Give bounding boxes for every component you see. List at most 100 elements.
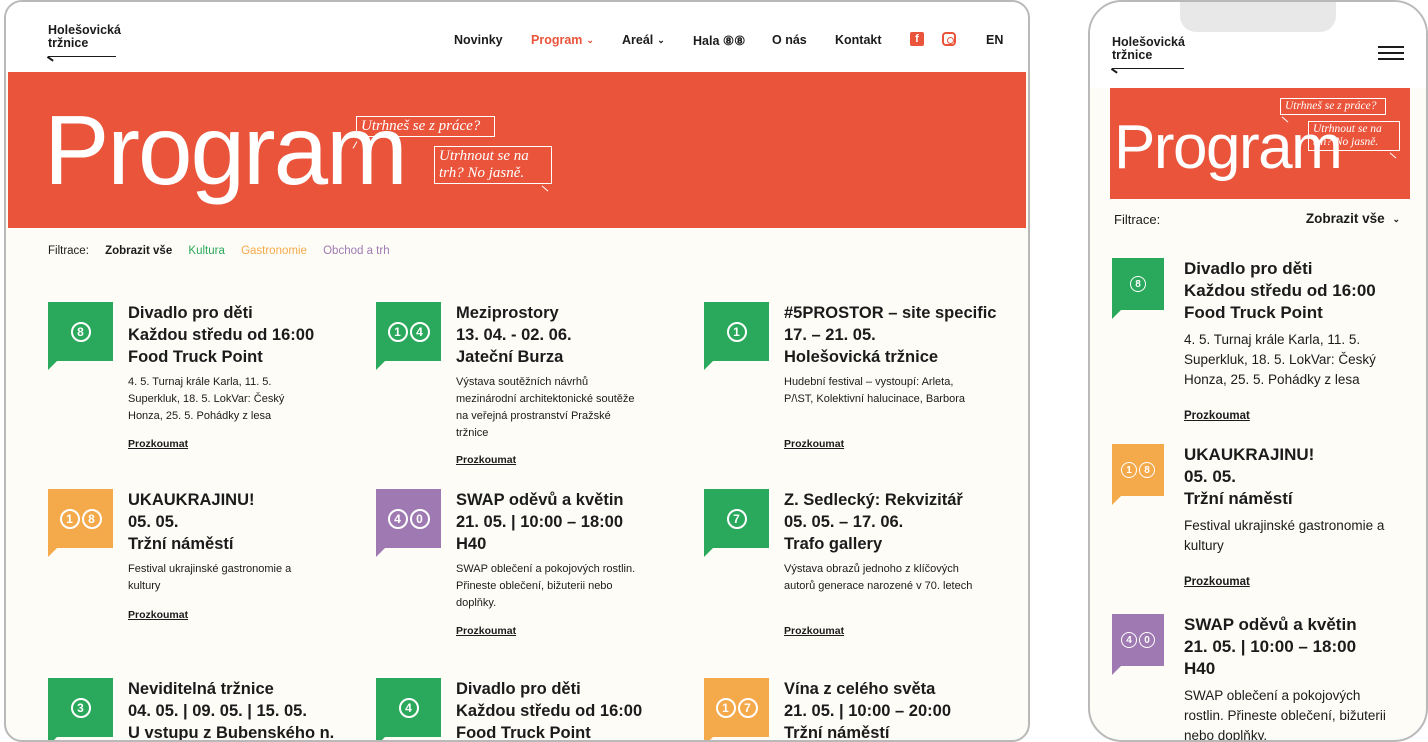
explore-link[interactable]: Prozkoumat <box>784 625 844 637</box>
event-title[interactable]: SWAP oděvů a květin 21. 05. | 10:00 – 18… <box>456 489 624 555</box>
badge-digit: 4 <box>409 321 430 342</box>
event-number-badge: 3 <box>48 678 113 740</box>
event-title[interactable]: Meziprostory 13. 04. - 02. 06. Jateční B… <box>456 302 572 368</box>
filter-label: Filtrace: <box>48 245 89 257</box>
site-header: Holešovická tržnice Novinky Program ⌄ Are… <box>6 2 1028 72</box>
event-number-badge: 7 <box>704 489 769 557</box>
explore-link[interactable]: Prozkoumat <box>128 438 188 450</box>
event-number-badge: 18 <box>48 489 113 557</box>
logo-underline <box>1112 67 1184 69</box>
event-title[interactable]: Neviditelná tržnice 04. 05. | 09. 05. | … <box>128 678 334 740</box>
badge-digit: 1 <box>59 508 80 529</box>
explore-link[interactable]: Prozkoumat <box>456 625 516 637</box>
event-number-badge: 4 <box>376 678 441 740</box>
explore-link[interactable]: Prozkoumat <box>1184 410 1250 422</box>
nav-areal[interactable]: Areál ⌄ <box>622 33 665 47</box>
badge-digit: 7 <box>726 508 747 529</box>
mobile-frame: Holešovická tržnice Program Utrhneš se z… <box>1088 0 1428 742</box>
event-title[interactable]: Vína z celého světa 21. 05. | 10:00 – 20… <box>784 678 951 740</box>
instagram-icon[interactable] <box>942 32 956 46</box>
nav-program-label: Program <box>531 33 583 47</box>
event-title[interactable]: SWAP oděvů a květin 21. 05. | 10:00 – 18… <box>1184 614 1357 680</box>
nav-hala[interactable]: Hala ⑧⑧ <box>693 33 745 48</box>
event-number-badge: 17 <box>704 678 769 740</box>
badge-digit: 4 <box>387 508 408 529</box>
badge-digit: 0 <box>409 508 430 529</box>
speech-bubble-2: Utrhnout se na trh? No jasně. <box>1308 121 1400 151</box>
badge-digit: 1 <box>387 321 408 342</box>
nav-areal-label: Areál <box>622 33 654 47</box>
page-title: Program <box>44 95 408 205</box>
event-number-badge: 8 <box>48 302 113 370</box>
phone-notch <box>1180 2 1336 32</box>
event-number-badge: 18 <box>1112 444 1164 505</box>
explore-link[interactable]: Prozkoumat <box>784 438 844 450</box>
event-title[interactable]: Z. Sedlecký: Rekvizitář 05. 05. – 17. 06… <box>784 489 963 555</box>
language-switch[interactable]: EN <box>986 33 1003 47</box>
filter-dropdown-value: Zobrazit vše <box>1305 211 1385 226</box>
chevron-down-icon: ⌄ <box>586 35 594 45</box>
nav-o-nas[interactable]: O nás <box>772 33 807 47</box>
nav-novinky[interactable]: Novinky <box>454 33 503 47</box>
speech-bubble-2: Utrhnout se na trh? No jasně. <box>434 146 552 184</box>
chevron-down-icon: ⌄ <box>1392 214 1400 224</box>
filter-obchod[interactable]: Obchod a trh <box>323 245 389 257</box>
filter-gastronomie[interactable]: Gastronomie <box>241 245 307 257</box>
filter-kultura[interactable]: Kultura <box>188 245 224 257</box>
event-description: SWAP oblečení a pokojových rostlin. Přin… <box>1184 688 1386 742</box>
speech-bubble-1: Utrhneš se z práce? <box>356 116 495 137</box>
badge-digit: 3 <box>70 697 91 718</box>
speech-bubble-1: Utrhneš se z práce? <box>1280 98 1386 115</box>
event-description: Výstava obrazů jednoho z klíčových autor… <box>784 563 973 592</box>
badge-digit: 7 <box>737 697 758 718</box>
event-title[interactable]: UKAUKRAJINU! 05. 05. Tržní náměstí <box>128 489 255 555</box>
badge-digit: 1 <box>1121 462 1137 478</box>
badge-digit: 8 <box>81 508 102 529</box>
site-logo[interactable]: Holešovická tržnice <box>48 24 121 57</box>
hero-banner: Program Utrhneš se z práce? Utrhnout se … <box>8 72 1026 228</box>
badge-digit: 8 <box>70 321 91 342</box>
badge-digit: 4 <box>1121 632 1137 648</box>
desktop-frame: Holešovická tržnice Novinky Program ⌄ Are… <box>4 0 1030 742</box>
facebook-icon[interactable]: f <box>910 32 924 46</box>
badge-digit: 1 <box>715 697 736 718</box>
event-description: Výstava soutěžních návrhů mezinárodní ar… <box>456 376 635 439</box>
filter-all[interactable]: Zobrazit vše <box>105 245 172 257</box>
event-title[interactable]: Divadlo pro děti Každou středu od 16:00 … <box>1184 258 1376 324</box>
event-title[interactable]: UKAUKRAJINU! 05. 05. Tržní náměstí <box>1184 444 1314 510</box>
filter-label: Filtrace: <box>1114 212 1161 227</box>
explore-link[interactable]: Prozkoumat <box>128 609 188 621</box>
event-description: Festival ukrajinské gastronomie a kultur… <box>1184 518 1385 553</box>
badge-digit: 8 <box>1139 462 1155 478</box>
hero-banner: Program Utrhneš se z práce? Utrhnout se … <box>1110 88 1410 199</box>
badge-digit: 0 <box>1139 632 1155 648</box>
event-description: 4. 5. Turnaj krále Karla, 11. 5. Superkl… <box>128 376 285 422</box>
hamburger-menu-icon[interactable] <box>1378 46 1404 60</box>
logo-line-2: tržnice <box>1112 48 1153 62</box>
event-number-badge: 1 <box>704 302 769 370</box>
event-description: SWAP oblečení a pokojových rostlin. Přin… <box>456 563 636 609</box>
badge-digit: 1 <box>726 321 747 342</box>
explore-link[interactable]: Prozkoumat <box>456 454 516 466</box>
nav-kontakt[interactable]: Kontakt <box>835 33 882 47</box>
logo-underline <box>48 55 116 57</box>
event-number-badge: 14 <box>376 302 441 370</box>
event-number-badge: 40 <box>1112 614 1164 675</box>
event-description: 4. 5. Turnaj krále Karla, 11. 5. Superkl… <box>1184 332 1376 387</box>
event-description: Hudební festival – vystoupí: Arleta, P/\… <box>784 376 965 405</box>
event-title[interactable]: Divadlo pro děti Každou středu od 16:00 … <box>456 678 642 740</box>
filter-dropdown[interactable]: Zobrazit vše ⌄ <box>1306 211 1400 226</box>
site-logo[interactable]: Holešovická tržnice <box>1112 36 1185 69</box>
nav-program[interactable]: Program ⌄ <box>531 33 594 47</box>
event-title[interactable]: #5PROSTOR – site specific 17. – 21. 05. … <box>784 302 996 368</box>
event-description: Festival ukrajinské gastronomie a kultur… <box>128 563 292 592</box>
badge-digit: 8 <box>1130 276 1146 292</box>
explore-link[interactable]: Prozkoumat <box>1184 576 1250 588</box>
logo-line-2: tržnice <box>48 36 89 50</box>
event-number-badge: 40 <box>376 489 441 557</box>
chevron-down-icon: ⌄ <box>657 35 665 45</box>
badge-digit: 4 <box>398 697 419 718</box>
event-number-badge: 8 <box>1112 258 1164 319</box>
event-title[interactable]: Divadlo pro děti Každou středu od 16:00 … <box>128 302 314 368</box>
filter-bar: Filtrace: Zobrazit vše Kultura Gastronom… <box>48 245 403 257</box>
